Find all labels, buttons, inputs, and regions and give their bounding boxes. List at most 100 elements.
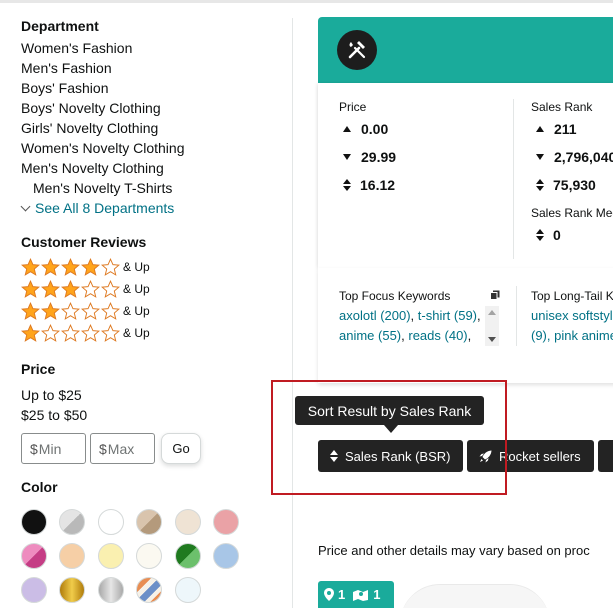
and-up-label: & Up — [123, 282, 150, 296]
price-title: Price — [21, 361, 56, 377]
price-stat-label: Price — [339, 100, 367, 114]
color-swatch-magenta[interactable] — [21, 543, 47, 569]
color-swatch-cream[interactable] — [136, 543, 163, 569]
sales-rank-avg-row[interactable]: 75,930 — [536, 177, 596, 193]
color-swatch-silver[interactable] — [97, 577, 124, 603]
star-rating-row[interactable]: & Up — [21, 322, 150, 344]
more-button[interactable] — [598, 440, 613, 472]
price-range-up-to-25[interactable]: Up to $25 — [21, 385, 201, 405]
star-rating-list: & Up & Up & Up & Up — [21, 256, 150, 344]
scroll-up-arrow-icon[interactable] — [488, 310, 496, 315]
sales-rank-median-value: 0 — [553, 227, 561, 243]
scroll-down-arrow-icon[interactable] — [488, 337, 496, 342]
color-swatch-beige[interactable] — [174, 509, 201, 535]
users-map-icon — [353, 590, 369, 601]
color-filter: Color — [21, 477, 251, 603]
department-item[interactable]: Men's Fashion — [21, 58, 271, 78]
star-rating — [21, 279, 121, 299]
star-empty-icon — [81, 301, 100, 320]
price-avg-row[interactable]: 16.12 — [343, 177, 395, 193]
color-swatch-gold[interactable] — [59, 577, 86, 603]
department-item[interactable]: Women's Fashion — [21, 38, 271, 58]
sort-both-icon — [536, 229, 544, 241]
color-swatch-multi[interactable] — [136, 577, 163, 603]
star-rating-row[interactable]: & Up — [21, 300, 150, 322]
star-filled-icon — [21, 323, 40, 342]
rocket-sellers-button[interactable]: Rocket sellers — [467, 440, 594, 472]
max-price-input[interactable] — [107, 440, 154, 457]
keyword-link[interactable]: axolotl (200) — [339, 308, 411, 323]
copy-icon[interactable] — [490, 290, 500, 300]
department-item[interactable]: Women's Novelty Clothing — [21, 138, 271, 158]
department-item[interactable]: Men's Novelty Clothing — [21, 158, 271, 178]
color-swatch-gray[interactable] — [59, 509, 86, 535]
color-swatch-black[interactable] — [21, 509, 47, 535]
color-swatch-tan[interactable] — [136, 509, 163, 535]
min-price-input[interactable] — [38, 440, 85, 457]
color-swatch-peach[interactable] — [59, 543, 86, 569]
long-tail-keywords-line-1[interactable]: unisex softstyl — [531, 306, 613, 326]
star-empty-icon — [81, 279, 100, 298]
star-rating-row[interactable]: & Up — [21, 256, 150, 278]
price-disclaimer: Price and other details may vary based o… — [318, 543, 590, 558]
star-empty-icon — [101, 257, 120, 276]
color-swatch-green[interactable] — [174, 543, 201, 569]
sales-rank-button-label: Sales Rank (BSR) — [345, 448, 451, 464]
and-up-label: & Up — [123, 304, 150, 318]
sort-down-icon — [343, 154, 351, 160]
price-range-25-to-50[interactable]: $25 to $50 — [21, 405, 201, 425]
sort-up-icon — [343, 126, 351, 132]
star-empty-icon — [101, 279, 120, 298]
sales-rank-best-value: 211 — [554, 121, 577, 137]
max-price-field[interactable]: $ — [90, 433, 155, 464]
sales-rank-median-row[interactable]: 0 — [536, 227, 561, 243]
department-item[interactable]: Girls' Novelty Clothing — [21, 118, 271, 138]
star-rating-row[interactable]: & Up — [21, 278, 150, 300]
customer-reviews-filter: Customer Reviews & Up & Up & Up & Up — [21, 232, 150, 344]
color-swatch-white[interactable] — [97, 509, 124, 535]
color-swatch-grid — [21, 509, 251, 603]
sales-rank-best-row[interactable]: 211 — [536, 121, 577, 137]
department-item[interactable]: Boys' Novelty Clothing — [21, 98, 271, 118]
color-swatch-pink[interactable] — [212, 509, 239, 535]
star-filled-icon — [21, 301, 40, 320]
see-all-label: See All 8 Departments — [35, 200, 175, 216]
min-price-field[interactable]: $ — [21, 433, 86, 464]
keyword-link[interactable]: reads (40) — [408, 328, 467, 343]
and-up-label: & Up — [123, 326, 150, 340]
price-low-value: 29.99 — [361, 149, 397, 165]
group-count: 1 — [373, 587, 381, 602]
color-swatch-purple[interactable] — [21, 577, 47, 603]
department-item[interactable]: Boys' Fashion — [21, 78, 271, 98]
sales-rank-sort-button[interactable]: Sales Rank (BSR) — [318, 440, 463, 472]
department-item[interactable]: Men's Novelty T-Shirts — [21, 178, 271, 198]
star-filled-icon — [41, 279, 60, 298]
color-swatch-blue[interactable] — [212, 543, 239, 569]
see-all-departments-link[interactable]: See All 8 Departments — [20, 198, 271, 218]
keyword-link[interactable]: anime (55) — [339, 328, 401, 343]
keywords-scrollbar[interactable] — [485, 306, 499, 346]
sales-rank-worst-row[interactable]: 2,796,040 — [536, 149, 613, 165]
go-button[interactable]: Go — [161, 433, 201, 464]
department-list: Women's Fashion Men's Fashion Boys' Fash… — [20, 38, 271, 218]
sales-rank-stat-label: Sales Rank — [531, 100, 593, 114]
color-swatch-yellow[interactable] — [97, 543, 124, 569]
product-image[interactable] — [400, 584, 550, 608]
star-empty-icon — [101, 301, 120, 320]
price-filter: Price Up to $25 $25 to $50 $ $ Go — [21, 359, 201, 464]
price-low-row[interactable]: 29.99 — [343, 149, 396, 165]
star-filled-icon — [81, 257, 100, 276]
color-swatch-clear[interactable] — [174, 577, 201, 603]
sort-icon — [330, 450, 338, 462]
star-filled-icon — [41, 301, 60, 320]
long-tail-keywords-line-2[interactable]: (9), pink anime — [531, 326, 613, 346]
keyword-link[interactable]: t-shirt (59) — [418, 308, 477, 323]
tooltip-arrow — [384, 425, 398, 433]
star-filled-icon — [61, 257, 80, 276]
star-filled-icon — [41, 257, 60, 276]
sort-up-icon — [536, 126, 544, 132]
price-high-row[interactable]: 0.00 — [343, 121, 388, 137]
rocket-icon — [479, 450, 492, 462]
star-empty-icon — [41, 323, 60, 342]
star-empty-icon — [61, 301, 80, 320]
